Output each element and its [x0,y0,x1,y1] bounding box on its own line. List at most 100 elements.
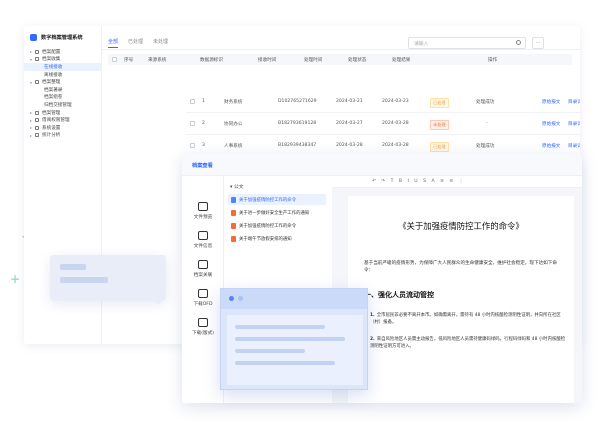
table-row[interactable]: 1 财务系统 D102765271629 2024-03-21 2024-03-23 已处… [186,91,580,113]
status-badge: 未处理 [430,120,449,130]
cell-id: D102765271629 [278,99,317,104]
search-input[interactable]: 请输入 [408,37,526,49]
bubble-bar [60,277,108,283]
document-name: 关于端午节放假安排的通知 [239,236,292,242]
column-header: 处理状态 [348,58,367,63]
status-tabs: 全部 已处理 未处理 [108,38,168,48]
card-titlebar [221,289,367,309]
sidebar-item[interactable]: ▾ 档案整理 [24,78,102,86]
cell-result: 处理成功 [476,144,495,149]
cell-id: B182939438347 [278,143,317,148]
sidebar-item-label: 档案管理 [42,110,61,116]
doc-item-number: 1. [370,313,375,318]
menu-icon [35,57,39,62]
cell-recv: 2024-03-28 [336,143,363,148]
row-checkbox[interactable] [190,99,195,104]
cell-no: 3 [202,143,205,148]
table-header: 序号 来源系统 数据源标识 接收时间 处理时间 处理状态 处理结果 操作 [108,54,572,65]
column-header: 处理时间 [304,58,323,63]
tab-0[interactable]: 全部 [108,38,119,48]
sidebar-item[interactable]: ▸ 档案配置 [24,48,102,56]
menu-icon [35,133,39,138]
card-content [227,315,363,385]
bubble-bar [60,264,86,270]
catalog-detail-link[interactable]: 目录详情 [568,121,580,127]
tool-label: 档案关联 [193,273,213,278]
raw-message-link[interactable]: 原始报文 [542,143,560,149]
sidebar-item[interactable]: ▾ 档案收集 [24,56,102,64]
tab-1[interactable]: 已处理 [128,38,143,48]
status-badge: 已处理 [430,142,449,152]
tool-label: 文件信息 [193,244,213,249]
sidebar-item[interactable]: ▸ 统计分析 [24,132,102,140]
link-icon [198,260,208,269]
tool-label: 下载(版式) [192,331,214,336]
doc-item-2: 2. 来自风险地区人员需主动报告。低风险地区人员需持健康码绿码，行程码绿码和 48… [370,336,566,351]
doc-section-heading: 一、强化人员流动管控 [364,290,434,299]
doc-item-text: 来自风险地区人员需主动报告。低风险地区人员需持健康码绿码，行程码绿码和 48 小… [370,337,566,350]
card-bar [235,349,305,353]
tab-divider [102,49,580,50]
sidebar-item-label: 离线接收 [44,72,63,78]
app-brand: 数字档案管理系统 [30,34,83,41]
column-header: 操作 [488,58,498,63]
document-name: 关于进一步做好安全生产工作的通知 [239,210,310,216]
cell-recv: 2024-03-21 [336,99,363,104]
sidebar-item-label: 档案著录 [44,87,63,93]
catalog-detail-link[interactable]: 目录详情 [568,99,580,105]
catalog-detail-link[interactable]: 目录详情 [568,143,580,149]
menu-icon [35,49,39,54]
document-list-item[interactable]: 关于进一步做好安全生产工作的通知 [228,207,326,218]
sidebar-item[interactable]: 在线接收 [24,63,102,71]
sidebar-item-label: 档案组卷 [44,95,63,101]
column-header: 序号 [124,58,134,63]
raw-message-link[interactable]: 原始报文 [542,121,560,127]
sidebar-item[interactable]: 档案组卷 [24,94,102,102]
document-page: 《关于加强疫情防控工作的命令》 基于当前严峻的疫情形势，为保障广大人民群众的生命… [348,196,574,403]
cell-proc: 2024-03-23 [382,99,409,104]
more-button[interactable]: ··· [532,37,544,49]
raw-message-link[interactable]: 原始报文 [542,99,560,105]
cell-system: 人事系统 [224,144,243,149]
sidebar-item[interactable]: ▸ 借阅权限管理 [24,116,102,124]
folder-label[interactable]: ▾ 公文 [230,183,244,190]
menu-icon [35,110,39,115]
sidebar-item[interactable]: 档案著录 [24,86,102,94]
sidebar-item[interactable]: 离线接收 [24,71,102,79]
document-list-item[interactable]: 关于加强疫情防控工作的命令 [228,194,326,205]
cell-recv: 2024-03-27 [336,121,363,126]
app-logo-icon [30,34,37,41]
tool-link[interactable]: 档案关联 [182,260,224,278]
doc-title: 《关于加强疫情防控工作的命令》 [398,221,524,231]
cell-proc: 2024-03-28 [382,143,409,148]
speech-bubble-illustration [50,255,166,301]
doc-item-number: 2. [370,337,375,342]
column-header: 来源系统 [148,58,167,63]
tool-preview[interactable]: 文件预览 [182,202,224,220]
document-list-item[interactable]: 关于端午节放假安排的通知 [228,233,326,244]
document-name: 关于加强疫情防控工作的命令 [239,197,297,203]
table-row[interactable]: 2 协同办公 B182793619128 2024-03-27 2024-03-28 未处… [186,113,580,135]
search-icon[interactable] [516,40,521,45]
doc-item-1: 1. 全市居民非必要不离开本市。如确需离开，需持有 48 小时内核酸检测阴性证明，… [370,312,566,327]
download-layout-icon [198,318,208,327]
sidebar-item[interactable]: ▸ 系统设置 [24,124,102,132]
sidebar-item[interactable]: 归档交接管理 [24,101,102,109]
info-icon [198,231,208,240]
select-all-checkbox[interactable] [112,57,117,62]
document-file-icon [231,235,236,242]
document-list-item[interactable]: 关于加强疫情防控工作的命令 [228,220,326,231]
sidebar-item-label: 档案配置 [42,49,61,55]
row-checkbox[interactable] [190,143,195,148]
tool-info[interactable]: 文件信息 [182,231,224,249]
sidebar-item[interactable]: ▸ 档案管理 [24,109,102,117]
search-placeholder: 请输入 [414,42,429,47]
sidebar-item-label: 借阅权限管理 [42,118,70,124]
row-checkbox[interactable] [190,121,195,126]
menu-icon [35,125,39,130]
format-tools[interactable]: ↶ ↷ T B I U S A ≡ ≡ ⋮ [372,179,465,184]
tab-2[interactable]: 未处理 [153,38,168,48]
editor-area: ↶ ↷ T B I U S A ≡ ≡ ⋮ 《关于加强疫情防控工作的命令》 基于… [332,176,582,403]
tool-download[interactable]: 下载OFD [182,289,224,307]
tool-download-layout[interactable]: 下载(版式) [182,318,224,336]
